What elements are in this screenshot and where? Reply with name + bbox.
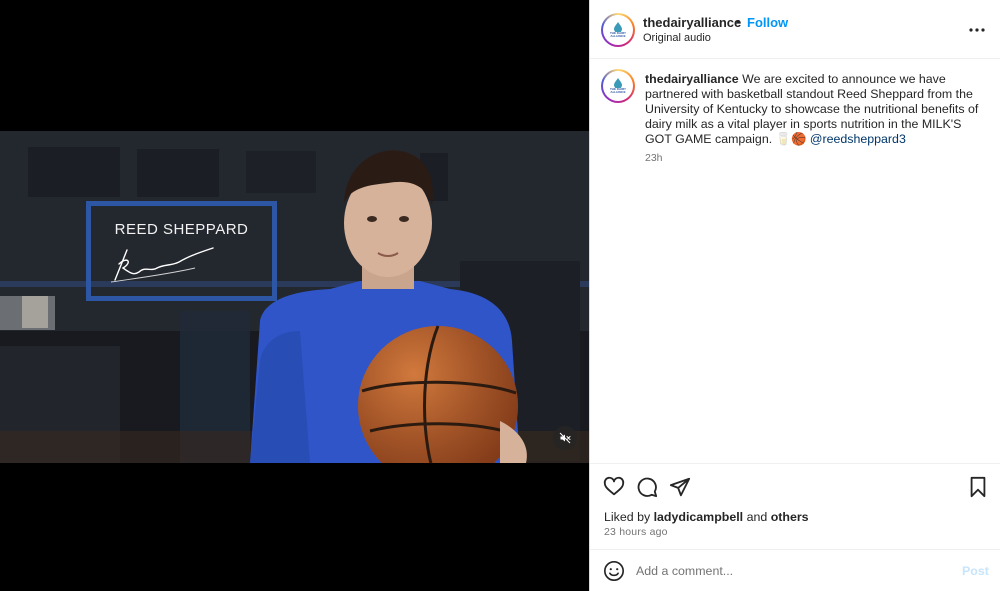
player-figure <box>250 150 527 463</box>
follow-button[interactable]: Follow <box>747 15 788 30</box>
name-card-title: REED SHEPPARD <box>114 221 249 238</box>
comment-icon[interactable] <box>636 476 658 498</box>
avatar-label: THE DAIRY ALLIANCE <box>609 31 627 38</box>
signature-graphic <box>110 247 214 283</box>
instagram-post: REED SHEPPARD THE DAIRY ALLIANCE thedair… <box>0 0 1000 591</box>
liked-others[interactable]: others <box>771 510 809 524</box>
caption-block: THE DAIRY ALLIANCE thedairyalliance We a… <box>590 59 1000 463</box>
original-audio-link[interactable]: Original audio <box>643 32 711 44</box>
comment-bar: Post <box>590 549 1000 591</box>
caption-timestamp[interactable]: 23h <box>645 152 663 164</box>
smiley-icon[interactable] <box>603 560 625 582</box>
comment-input[interactable] <box>636 559 946 583</box>
action-bar: Liked by ladydicampbell and others 23 ho… <box>590 463 1000 549</box>
send-icon[interactable] <box>669 476 691 498</box>
caption-username[interactable]: thedairyalliance <box>645 72 739 86</box>
bookmark-icon[interactable] <box>967 476 989 498</box>
avatar-logo: THE DAIRY ALLIANCE <box>603 15 633 45</box>
liked-and: and <box>743 510 771 524</box>
avatar-label: THE DAIRY ALLIANCE <box>609 87 627 94</box>
avatar[interactable]: THE DAIRY ALLIANCE <box>601 13 635 47</box>
more-options-icon[interactable] <box>967 22 987 38</box>
heart-icon[interactable] <box>603 476 625 498</box>
mention-link[interactable]: @reedsheppard3 <box>810 132 906 146</box>
avatar-logo: THE DAIRY ALLIANCE <box>603 71 633 101</box>
post-side-panel: THE DAIRY ALLIANCE thedairyalliance • Fo… <box>589 0 1000 591</box>
caption-avatar[interactable]: THE DAIRY ALLIANCE <box>601 69 635 103</box>
mute-button[interactable] <box>553 426 577 450</box>
liked-user[interactable]: ladydicampbell <box>654 510 744 524</box>
post-comment-button[interactable]: Post <box>962 564 989 578</box>
speaker-muted-icon <box>559 432 571 444</box>
post-header: THE DAIRY ALLIANCE thedairyalliance • Fo… <box>590 0 1000 59</box>
media-pane: REED SHEPPARD <box>0 0 589 591</box>
name-card: REED SHEPPARD <box>86 201 277 301</box>
video-player[interactable]: REED SHEPPARD <box>0 131 589 463</box>
separator: • <box>736 14 741 29</box>
username-link[interactable]: thedairyalliance <box>643 15 741 30</box>
caption-text: thedairyalliance We are excited to annou… <box>645 72 985 147</box>
post-timestamp[interactable]: 23 hours ago <box>604 526 668 538</box>
liked-prefix: Liked by <box>604 510 654 524</box>
likes-summary[interactable]: Liked by ladydicampbell and others <box>604 510 809 524</box>
